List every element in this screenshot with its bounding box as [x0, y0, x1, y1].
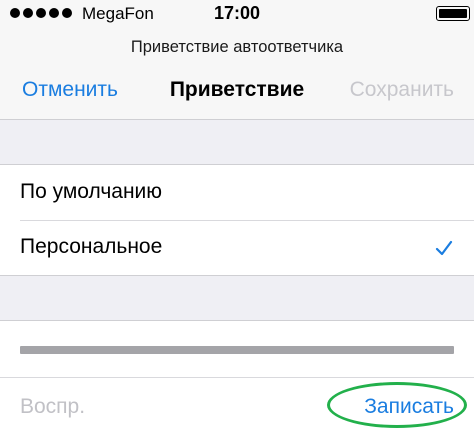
save-button[interactable]: Сохранить: [350, 78, 454, 102]
navigation-bar: Приветствие автоответчика Отменить Приве…: [0, 28, 474, 120]
greeting-options-list: По умолчанию Персональное: [0, 164, 474, 276]
voicemail-greeting-screen: MegaFon 17:00 Приветствие автоответчика …: [0, 0, 474, 438]
option-label: Персональное: [20, 235, 163, 258]
nav-prompt: Приветствие автоответчика: [130, 38, 344, 56]
record-button[interactable]: Записать: [364, 395, 454, 419]
checkmark-icon: [435, 240, 453, 256]
status-time: 17:00: [213, 3, 261, 23]
option-personal[interactable]: Персональное: [0, 220, 474, 275]
divider: [0, 377, 474, 378]
battery-icon: [436, 6, 470, 21]
recording-panel: Воспр. Записать: [0, 320, 474, 438]
option-default[interactable]: По умолчанию: [0, 165, 474, 220]
status-bar: MegaFon 17:00: [0, 0, 474, 28]
option-label: По умолчанию: [20, 180, 163, 203]
recording-progress-bar: [20, 346, 454, 354]
play-button[interactable]: Воспр.: [20, 395, 85, 419]
